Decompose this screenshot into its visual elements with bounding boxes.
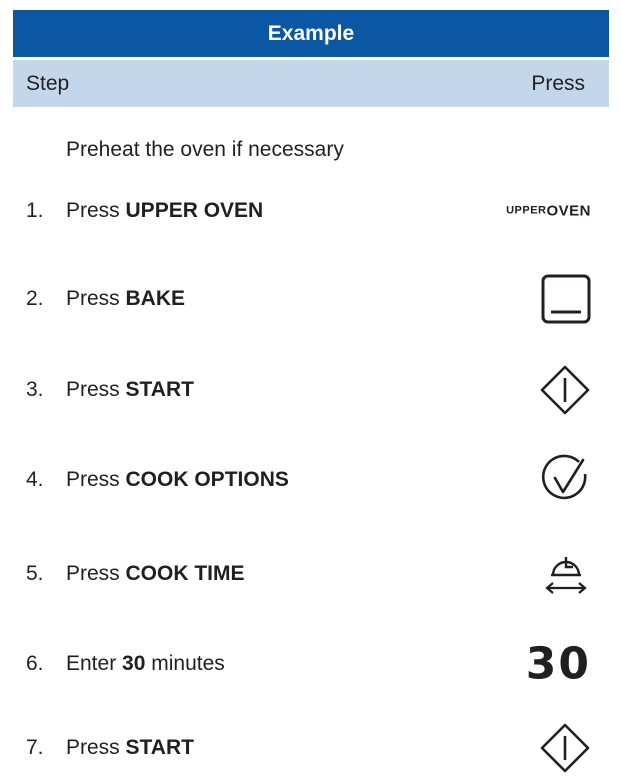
step-row-5: 5. Press COOK TIME [0,544,621,604]
step-instruction: 6. Enter 30 minutes [26,652,225,676]
start-icon [539,722,591,774]
step-instruction: 7. Press START [26,736,194,760]
step-key: BAKE [125,287,186,310]
column-header-press: Press [531,71,585,95]
intro-text: Preheat the oven if necessary [66,138,344,161]
step-key: START [125,378,194,401]
cook-time-icon [543,549,589,599]
upper-oven-line-2: OVEN [546,202,591,220]
step-number: 1. [26,199,44,222]
step-row-3: 3. Press START [0,360,621,420]
step-key: START [125,736,194,759]
table-header: Example [13,10,609,57]
step-row-4: 4. Press COOK OPTIONS [0,450,621,510]
step-row-6: 6. Enter 30 minutes 30 [0,634,621,694]
start-icon [539,364,591,416]
step-suffix: minutes [145,652,225,675]
step-number: 4. [26,468,44,491]
bake-icon [541,274,591,324]
step-key: UPPER OVEN [125,199,264,222]
step-key: COOK TIME [125,562,245,585]
step-number: 6. [26,652,44,675]
step-prefix: Press [66,468,126,491]
step-prefix: Press [66,378,126,401]
column-header-step: Step [26,71,70,95]
column-header-row: Step Press [13,60,609,107]
step-instruction: 2. Press BAKE [26,287,185,311]
step-prefix: Press [66,562,126,585]
step-key: COOK OPTIONS [125,468,289,491]
number-display: 30 [525,638,591,690]
step-row-1: 1. Press UPPER OVEN UPPER OVEN [0,181,621,241]
check-circle-icon [539,454,591,506]
step-number: 5. [26,562,44,585]
step-number: 7. [26,736,44,759]
step-instruction: 3. Press START [26,378,194,402]
step-number: 2. [26,287,44,310]
upper-oven-line-1: UPPER [506,204,547,217]
step-prefix: Press [66,199,126,222]
table-title: Example [267,21,355,45]
step-key: 30 [122,652,146,675]
step-instruction: 1. Press UPPER OVEN [26,199,263,223]
step-prefix: Enter [66,652,123,675]
step-row-2: 2. Press BAKE [0,269,621,329]
step-number: 3. [26,378,44,401]
step-prefix: Press [66,736,126,759]
upper-oven-label: UPPER OVEN [506,204,591,219]
step-row-7: 7. Press START [0,718,621,778]
step-instruction: 5. Press COOK TIME [26,562,245,586]
step-prefix: Press [66,287,126,310]
step-instruction: 4. Press COOK OPTIONS [26,468,289,492]
